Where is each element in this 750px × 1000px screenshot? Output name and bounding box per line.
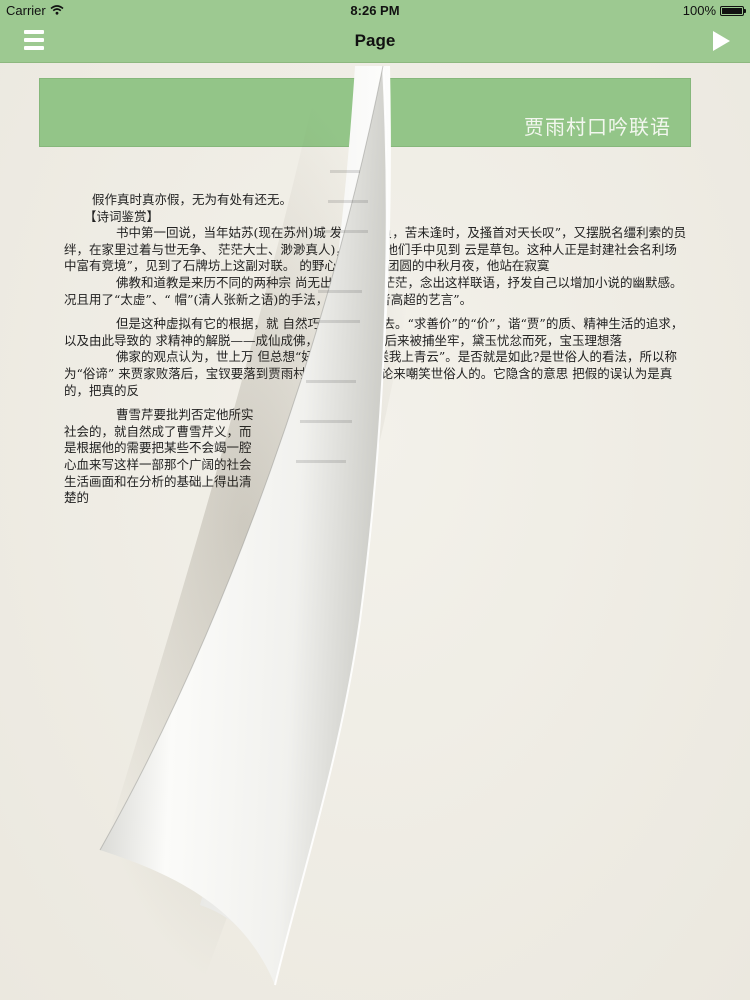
poem-line: 假作真时真亦假，无为有处有还无。 <box>92 192 293 207</box>
section-heading: 【诗词鉴赏】 <box>84 208 160 224</box>
status-bar: Carrier 8:26 PM 100% <box>0 0 750 22</box>
paragraph: 曹雪芹要批判否定他所实社会的，就自然成了曹雪芹义，而是根据他的需要把某些不会竭一… <box>64 407 254 506</box>
chapter-title: 贾雨村口吟联语 <box>524 115 671 139</box>
paragraph: 但是这种虚拟有它的根据，就 自然巧妙地嵌了进去。“求善价”的“价”，谐“贾”的质… <box>64 316 684 348</box>
battery-percent: 100% <box>682 3 716 18</box>
paragraph: 书中第一回说，当年姑苏(现在苏州)城 发平生抱负，苦未逢时，及搔首对天长叹”，又… <box>64 225 687 274</box>
chapter-text: 假作真时真亦假，无为有处有还无。 【诗词鉴赏】 书中第一回说，当年姑苏(现在苏州… <box>64 192 688 507</box>
paragraph: 佛教和道教是来历不同的两种宗 尚无出路，前程茫茫，念出这样联语，抒发自己以增加小… <box>64 274 683 307</box>
chapter-banner: 贾雨村口吟联语 <box>39 78 691 147</box>
battery-indicator: 100% <box>682 3 746 18</box>
battery-icon <box>720 5 746 16</box>
play-icon[interactable] <box>713 31 730 51</box>
reading-page[interactable]: 贾雨村口吟联语 假作真时真亦假，无为有处有还无。 【诗词鉴赏】 书中第一回说，当… <box>0 63 750 1000</box>
navigation-bar: Page <box>0 22 750 63</box>
page-title: Page <box>354 31 396 50</box>
paragraph: 佛家的观点认为，世上万 但总想“好风凭借力，送我上青云”。是否就是如此?是世俗人… <box>64 349 677 398</box>
status-time: 8:26 PM <box>350 3 400 18</box>
